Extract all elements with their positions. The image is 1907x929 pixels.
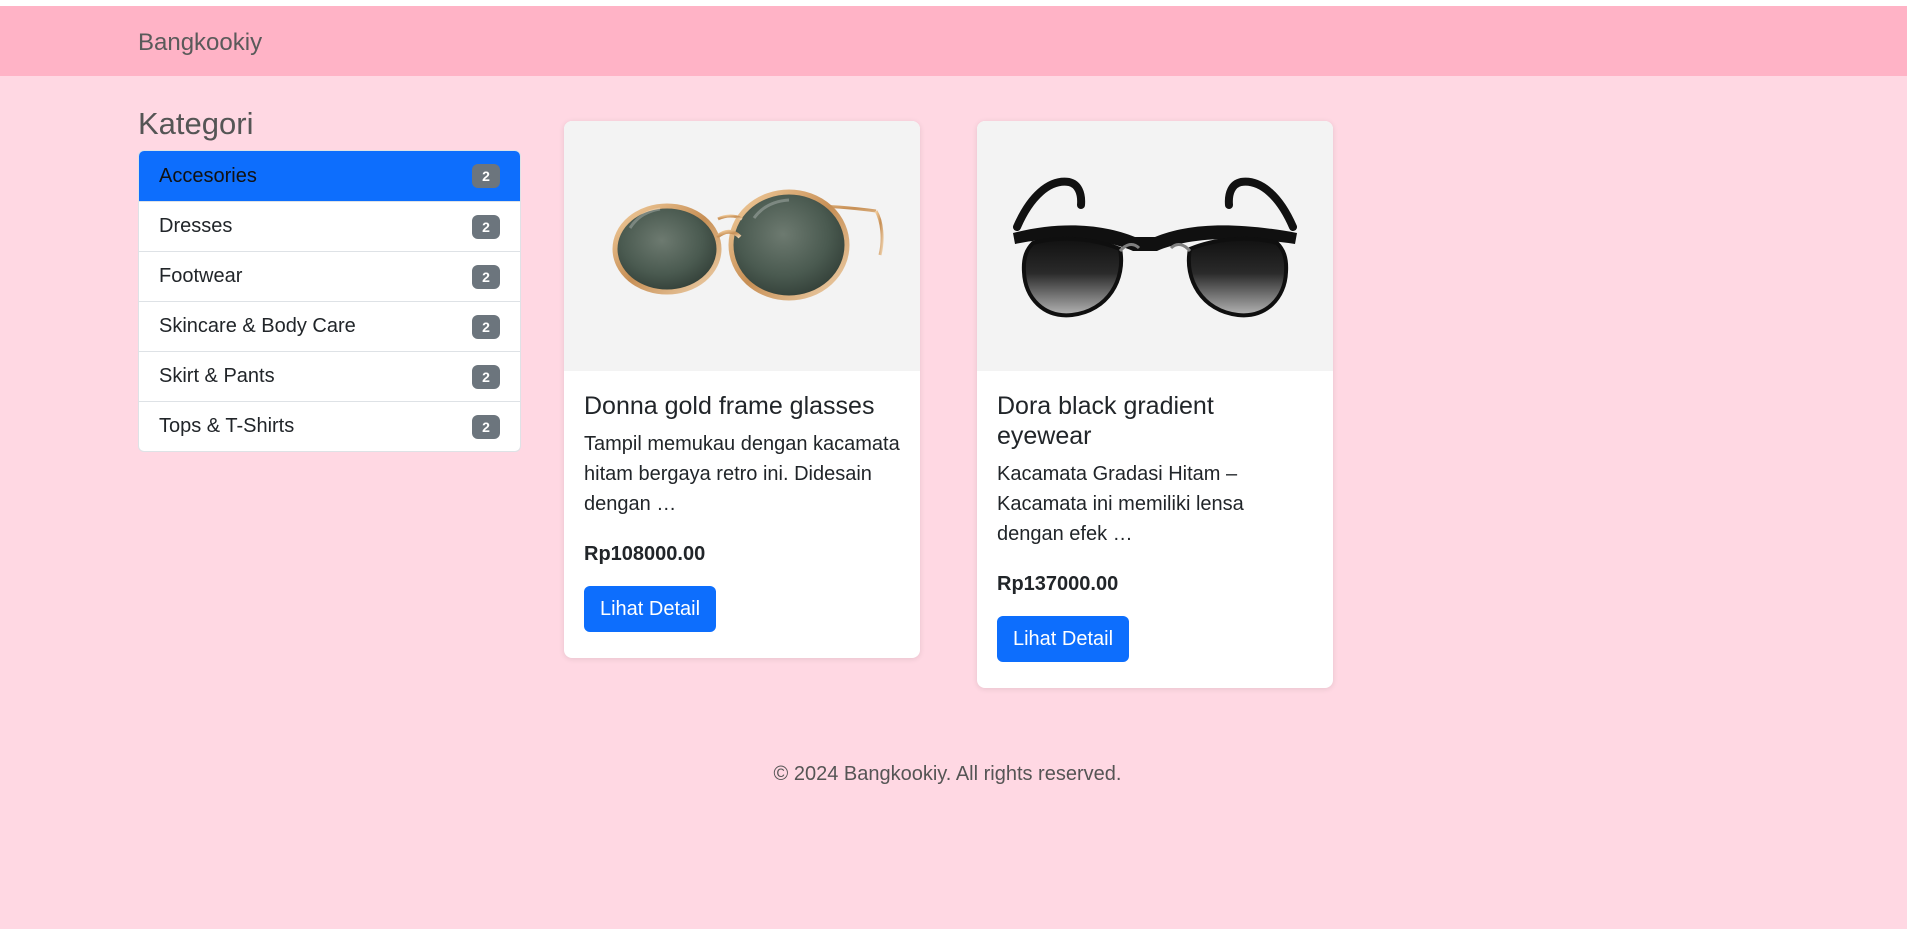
- category-item-tops-t-shirts[interactable]: Tops & T-Shirts 2: [139, 401, 520, 451]
- category-label: Accesories: [159, 164, 257, 187]
- product-price: Rp137000.00: [997, 573, 1119, 595]
- product-title: Donna gold frame glasses: [584, 392, 875, 420]
- category-count-badge: 2: [472, 164, 500, 188]
- product-card: Donna gold frame glasses Tampil memukau …: [564, 121, 920, 658]
- black-gradient-sunglasses-icon: [1013, 177, 1297, 318]
- category-count-badge: 2: [472, 414, 500, 439]
- category-label: Footwear: [159, 265, 243, 287]
- product-description: Tampil memukau dengan kacamata hitam ber…: [584, 433, 900, 515]
- product-description: Kacamata Gradasi Hitam – Kacamata ini me…: [997, 463, 1244, 545]
- footer-copyright: © 2024 Bangkookiy. All rights reserved.: [773, 763, 1122, 785]
- product-card: Dora black gradient eyewear Kacamata Gra…: [977, 121, 1333, 688]
- product-image: [977, 121, 1333, 371]
- page: Bangkookiy Kategori Accesories 2 Dresses…: [0, 0, 1907, 929]
- category-item-skincare-body-care[interactable]: Skincare & Body Care 2: [139, 301, 520, 351]
- category-count-badge: 2: [472, 314, 500, 339]
- category-sidebar: Kategori Accesories 2 Dresses 2 Footwear…: [138, 106, 521, 452]
- navbar: Bangkookiy: [0, 6, 1907, 76]
- detail-button[interactable]: Lihat Detail: [997, 616, 1129, 662]
- product-card-body: Dora black gradient eyewear Kacamata Gra…: [977, 371, 1333, 662]
- product-price: Rp108000.00: [584, 543, 706, 565]
- category-item-footwear[interactable]: Footwear 2: [139, 251, 520, 301]
- category-item-dresses[interactable]: Dresses 2: [139, 201, 520, 251]
- category-count-badge: 2: [472, 214, 500, 239]
- category-title: Kategori: [138, 106, 254, 141]
- gold-frame-sunglasses-icon: [612, 189, 884, 301]
- product-title: Dora black gradient eyewear: [997, 392, 1214, 450]
- category-item-accesories[interactable]: Accesories 2: [139, 151, 520, 201]
- category-count-badge: 2: [472, 264, 500, 289]
- product-card-body: Donna gold frame glasses Tampil memukau …: [564, 371, 920, 632]
- detail-button[interactable]: Lihat Detail: [584, 586, 716, 632]
- category-item-skirt-pants[interactable]: Skirt & Pants 2: [139, 351, 520, 401]
- footer: © 2024 Bangkookiy. All rights reserved.: [0, 762, 1895, 786]
- category-count-badge: 2: [472, 364, 500, 389]
- product-image: [564, 121, 920, 371]
- category-list: Accesories 2 Dresses 2 Footwear 2 Skinca…: [138, 150, 521, 452]
- category-label: Skirt & Pants: [159, 365, 275, 387]
- category-label: Dresses: [159, 215, 233, 237]
- brand-link[interactable]: Bangkookiy: [138, 28, 262, 58]
- category-label: Tops & T-Shirts: [159, 415, 295, 437]
- category-label: Skincare & Body Care: [159, 315, 356, 337]
